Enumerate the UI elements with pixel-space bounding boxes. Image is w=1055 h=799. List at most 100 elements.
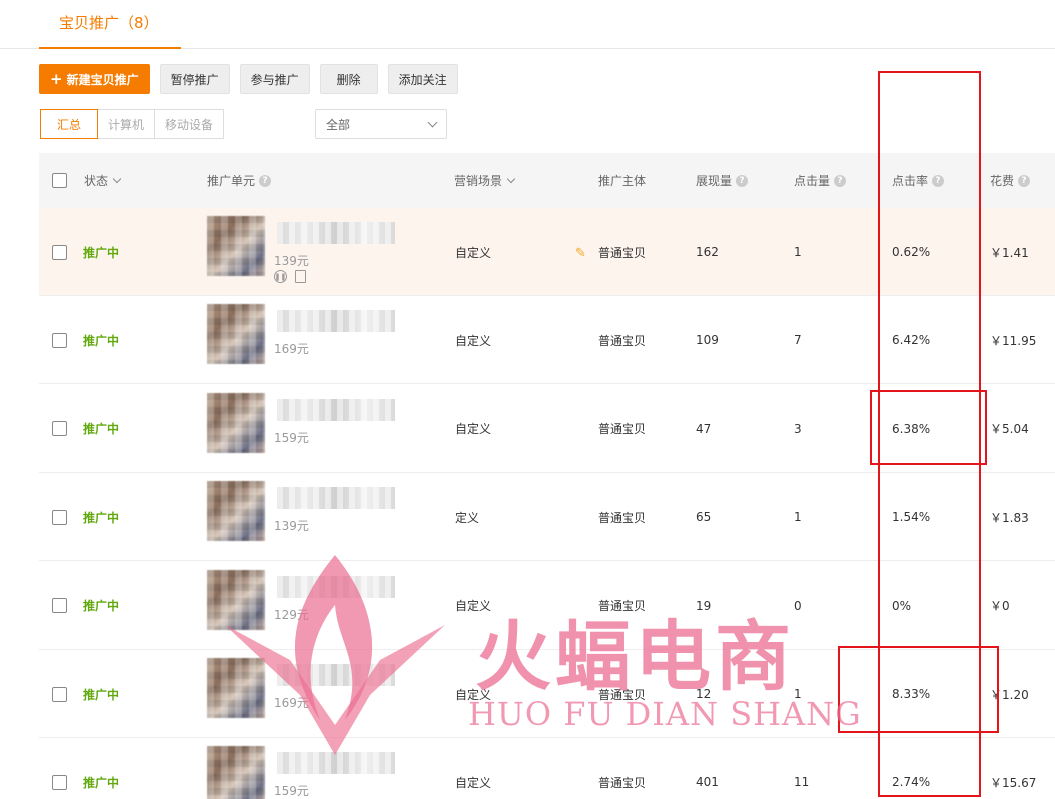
new-promotion-label: 新建宝贝推广	[66, 72, 139, 87]
scene-text: 自定义	[455, 599, 492, 614]
cost-value: ￥0	[990, 599, 1010, 614]
product-thumbnail[interactable]	[207, 481, 265, 542]
clicks-value: 11	[794, 775, 810, 790]
device-tab-computer[interactable]: 计算机	[97, 109, 156, 139]
table-row[interactable]: 推广中 159元 自定义 普通宝贝 47 3 6.38% ￥5.04	[39, 385, 1055, 473]
clicks-value: 1	[794, 687, 802, 701]
column-clicks[interactable]: 点击量 ?	[794, 153, 847, 208]
table-row[interactable]: 推广中 139元 ❚❚ ✎ 自定义 普通宝贝 162 1 0.62% ￥1.41	[39, 208, 1055, 296]
help-icon[interactable]: ?	[736, 174, 749, 187]
column-impressions[interactable]: 展现量 ?	[696, 153, 749, 208]
pause-button[interactable]: 暂停推广	[159, 64, 230, 94]
clicks-value: 7	[794, 333, 802, 348]
cost-value: ￥5.04	[990, 422, 1029, 437]
product-thumbnail[interactable]	[207, 569, 265, 630]
ctr-value: 8.33%	[892, 687, 931, 701]
cost-value: ￥1.20	[990, 687, 1029, 702]
impressions-value: 109	[696, 333, 719, 348]
table-header: 状态 推广单元 ? 营销场景 推广主体 展现量 ? 点击量 ? 点击率 ? 花费…	[39, 153, 1055, 208]
product-title-blurred[interactable]	[277, 752, 395, 775]
product-title-blurred[interactable]	[277, 310, 395, 333]
help-icon[interactable]: ?	[834, 174, 847, 187]
device-tab-mobile[interactable]: 移动设备	[154, 109, 225, 139]
row-checkbox-cell	[52, 385, 67, 473]
clicks-value: 1	[794, 245, 802, 259]
row-checkbox[interactable]	[52, 332, 67, 348]
product-title-blurred[interactable]	[277, 664, 395, 686]
clicks-value: 0	[794, 598, 802, 613]
row-checkbox[interactable]	[52, 774, 67, 790]
filter-select[interactable]: 全部	[315, 109, 447, 139]
cost-value: ￥15.67	[990, 775, 1037, 790]
column-scene[interactable]: 营销场景	[454, 153, 516, 208]
table-row[interactable]: 推广中 169元 自定义 普通宝贝 12 1 8.33% ￥1.20	[39, 650, 1055, 738]
column-status[interactable]: 状态	[84, 153, 122, 208]
row-checkbox[interactable]	[52, 686, 67, 702]
trash-icon[interactable]	[295, 270, 306, 283]
help-icon[interactable]: ?	[1018, 174, 1031, 187]
product-price: 159元	[274, 430, 309, 445]
pause-icon[interactable]: ❚❚	[274, 270, 287, 283]
tab-product-promotion[interactable]: 宝贝推广（8）	[39, 0, 181, 49]
scene-text: 自定义	[455, 422, 492, 437]
delete-button[interactable]: 删除	[319, 64, 378, 94]
help-icon[interactable]: ?	[259, 174, 272, 187]
product-title-blurred[interactable]	[277, 398, 395, 421]
chevron-down-icon	[112, 174, 122, 184]
row-checkbox[interactable]	[52, 598, 67, 614]
product-title-blurred[interactable]	[277, 487, 395, 510]
product-thumbnail[interactable]	[207, 304, 265, 365]
subject-text: 普通宝贝	[598, 775, 647, 790]
column-subject: 推广主体	[598, 153, 646, 208]
add-follow-button[interactable]: 添加关注	[387, 64, 458, 94]
new-promotion-button[interactable]: + 新建宝贝推广	[39, 64, 150, 94]
join-button[interactable]: 参与推广	[239, 64, 310, 94]
scene-text: 自定义	[455, 245, 492, 260]
product-title-blurred[interactable]	[277, 222, 395, 244]
status-text: 推广中	[83, 599, 120, 614]
row-checkbox[interactable]	[52, 244, 67, 260]
ctr-value: 6.38%	[892, 421, 931, 436]
status-text: 推广中	[83, 422, 120, 437]
column-cost[interactable]: 花费 ?	[990, 153, 1031, 208]
impressions-value: 65	[696, 510, 712, 525]
status-text: 推广中	[83, 687, 120, 702]
product-thumbnail[interactable]	[207, 746, 265, 799]
status-text: 推广中	[83, 333, 120, 348]
cost-value: ￥1.41	[990, 245, 1029, 260]
table-row[interactable]: 推广中 129元 自定义 普通宝贝 19 0 0% ￥0	[39, 562, 1055, 650]
select-all-cell	[52, 153, 67, 208]
help-icon[interactable]: ?	[932, 174, 945, 187]
ctr-value: 1.54%	[892, 510, 931, 525]
select-all-checkbox[interactable]	[52, 173, 67, 188]
product-thumbnail[interactable]	[207, 216, 265, 276]
table-row[interactable]: 推广中 159元 自定义 普通宝贝 401 11 2.74% ￥15.67	[39, 738, 1055, 799]
table-row[interactable]: 推广中 139元 定义 普通宝贝 65 1 1.54% ￥1.83	[39, 473, 1055, 562]
column-unit-label: 推广单元	[207, 174, 256, 188]
clicks-value: 1	[794, 510, 802, 525]
column-impressions-label: 展现量	[696, 174, 733, 188]
column-ctr[interactable]: 点击率 ?	[892, 153, 945, 208]
product-thumbnail[interactable]	[207, 658, 265, 718]
device-tabs: 汇总 计算机 移动设备	[40, 109, 225, 139]
ctr-value: 6.42%	[892, 333, 931, 348]
product-thumbnail[interactable]	[207, 392, 265, 453]
row-checkbox[interactable]	[52, 421, 67, 437]
impressions-value: 19	[696, 598, 712, 613]
impressions-value: 12	[696, 687, 712, 701]
impressions-value: 47	[696, 421, 712, 436]
subject-text: 普通宝贝	[598, 245, 647, 260]
row-checkbox-cell	[52, 296, 67, 384]
subject-text: 普通宝贝	[598, 422, 647, 437]
product-price: 139元	[274, 519, 309, 534]
column-subject-label: 推广主体	[598, 174, 647, 188]
ctr-value: 2.74%	[892, 775, 931, 790]
table-row[interactable]: 推广中 169元 自定义 普通宝贝 109 7 6.42% ￥11.95	[39, 296, 1055, 385]
product-title-blurred[interactable]	[277, 575, 395, 598]
edit-icon[interactable]: ✎	[575, 246, 586, 261]
device-tab-summary[interactable]: 汇总	[40, 109, 99, 139]
row-actions: ❚❚	[274, 270, 306, 283]
scene-text: 自定义	[455, 775, 492, 790]
row-checkbox[interactable]	[52, 509, 67, 525]
column-status-label: 状态	[84, 174, 109, 188]
